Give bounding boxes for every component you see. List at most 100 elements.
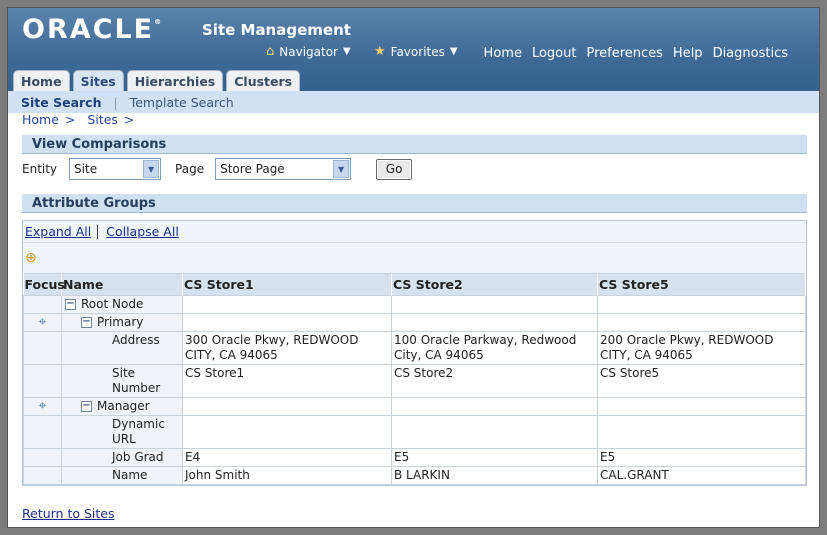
attribute-groups-header: Attribute Groups (22, 194, 807, 213)
comparison-filters: Entity Site ▼ Page Store Page ▼ Go (22, 157, 413, 181)
link-divider (97, 224, 99, 239)
expand-collapse-bar: Expand All Collapse All (23, 221, 806, 243)
focus-cell: ⌖ (23, 397, 62, 416)
breadcrumb-separator: > (64, 112, 76, 127)
subtab-template-search[interactable]: Template Search (130, 95, 234, 110)
table-row: − Root Node (23, 295, 806, 314)
entity-label: Entity (22, 162, 58, 176)
focus-crosshair-icon[interactable]: ⌖ (39, 398, 47, 414)
focus-cell (23, 295, 62, 314)
subtab-divider: | (113, 94, 118, 110)
page-label: Page (175, 162, 205, 176)
column-header-store1: CS Store1 (182, 273, 392, 296)
person-name-store1: John Smith (182, 466, 392, 485)
focus-crosshair-icon[interactable]: ⌖ (39, 314, 47, 330)
app-title: Site Management (202, 21, 351, 39)
subtabs-bar: Site Search | Template Search (8, 91, 819, 113)
site-number-label: Site Number (61, 364, 183, 398)
table-row: Dynamic URL (23, 415, 806, 449)
dynamic-url-store5 (597, 415, 806, 449)
name-cell: − Manager (61, 397, 183, 416)
job-grad-store1: E4 (182, 448, 392, 467)
favorites-label: Favorites (390, 44, 445, 59)
table-row: ⌖ − Primary (23, 313, 806, 332)
table-row: Name John Smith B LARKIN CAL.GRANT (23, 466, 806, 485)
column-header-store2: CS Store2 (391, 273, 598, 296)
site-number-store1: CS Store1 (182, 364, 392, 398)
favorites-menu[interactable]: ★ Favorites ▼ (374, 44, 458, 59)
table-row: Job Grad E4 E5 E5 (23, 448, 806, 467)
return-to-sites-link[interactable]: Return to Sites (22, 506, 115, 521)
value-cell (597, 295, 806, 314)
global-link-home[interactable]: Home (484, 46, 522, 61)
app-window: ORACLE® Site Management ⌂ Navigator ▼ ★ … (7, 7, 820, 528)
value-cell (182, 313, 392, 332)
home-icon: ⌂ (266, 44, 275, 59)
global-link-preferences[interactable]: Preferences (586, 46, 662, 61)
go-button[interactable]: Go (376, 158, 413, 180)
focus-cell (23, 364, 62, 398)
collapse-all-link[interactable]: Collapse All (106, 224, 179, 239)
name-cell: − Root Node (61, 295, 183, 314)
table-row: Site Number CS Store1 CS Store2 CS Store… (23, 364, 806, 398)
column-header-name: Name (61, 273, 183, 296)
focus-icon[interactable]: ⊕ (25, 250, 37, 266)
main-tabs: Home Sites Hierarchies Clusters (13, 70, 301, 91)
chevron-down-icon: ▼ (333, 160, 350, 178)
chevron-down-icon: ▼ (449, 46, 458, 57)
breadcrumb-home[interactable]: Home (22, 112, 59, 127)
primary-label: Primary (97, 315, 144, 329)
table-header-row: Focus Name CS Store1 CS Store2 CS Store5 (23, 273, 806, 296)
job-grad-store2: E5 (391, 448, 598, 467)
address-store1: 300 Oracle Pkwy, REDWOOD CITY, CA 94065 (182, 331, 392, 365)
focus-cell: ⌖ (23, 313, 62, 332)
value-cell (182, 397, 392, 416)
breadcrumb-sites[interactable]: Sites (87, 112, 118, 127)
page-header: ORACLE® Site Management ⌂ Navigator ▼ ★ … (8, 8, 819, 98)
collapse-icon[interactable]: − (81, 317, 92, 328)
global-link-logout[interactable]: Logout (532, 46, 577, 61)
dynamic-url-store2 (391, 415, 598, 449)
navigator-menu[interactable]: ⌂ Navigator ▼ (266, 44, 351, 59)
table-row: Address 300 Oracle Pkwy, REDWOOD CITY, C… (23, 331, 806, 365)
folder-star-icon: ★ (374, 44, 386, 59)
oracle-logo: ORACLE® (22, 14, 162, 45)
column-header-store5: CS Store5 (597, 273, 806, 296)
collapse-icon[interactable]: − (65, 299, 76, 310)
subtab-site-search[interactable]: Site Search (21, 95, 101, 110)
address-store5: 200 Oracle Pkwy, REDWOOD CITY, CA 94065 (597, 331, 806, 365)
focus-cell (23, 448, 62, 467)
expand-all-link[interactable]: Expand All (25, 224, 91, 239)
value-cell (391, 397, 598, 416)
focus-cell (23, 331, 62, 365)
tab-home[interactable]: Home (13, 70, 70, 91)
chevron-down-icon: ▼ (143, 160, 160, 178)
focus-toolbar: ⊕ (23, 243, 806, 273)
value-cell (597, 313, 806, 332)
collapse-icon[interactable]: − (81, 401, 92, 412)
dynamic-url-store1 (182, 415, 392, 449)
navigator-label: Navigator (279, 44, 338, 59)
manager-label: Manager (97, 399, 150, 413)
tab-hierarchies[interactable]: Hierarchies (126, 70, 224, 91)
breadcrumb-separator: > (123, 112, 135, 127)
global-link-help[interactable]: Help (673, 46, 703, 61)
global-links: Home Logout Preferences Help Diagnostics (484, 46, 788, 61)
global-link-diagnostics[interactable]: Diagnostics (713, 46, 788, 61)
person-name-store2: B LARKIN (391, 466, 598, 485)
site-number-store5: CS Store5 (597, 364, 806, 398)
comparison-table: Focus Name CS Store1 CS Store2 CS Store5… (23, 273, 806, 485)
address-label: Address (61, 331, 183, 365)
entity-select[interactable]: Site ▼ (69, 158, 162, 180)
tab-sites[interactable]: Sites (72, 70, 124, 91)
value-cell (391, 295, 598, 314)
job-grad-label: Job Grad (61, 448, 183, 467)
name-cell: − Primary (61, 313, 183, 332)
address-store2: 100 Oracle Parkway, Redwood City, CA 940… (391, 331, 598, 365)
table-row: ⌖ − Manager (23, 397, 806, 416)
attribute-groups-table: Expand All Collapse All ⊕ Focus Name CS … (22, 220, 807, 486)
focus-cell (23, 466, 62, 485)
tab-clusters[interactable]: Clusters (226, 70, 301, 91)
site-number-store2: CS Store2 (391, 364, 598, 398)
page-select[interactable]: Store Page ▼ (215, 158, 352, 180)
